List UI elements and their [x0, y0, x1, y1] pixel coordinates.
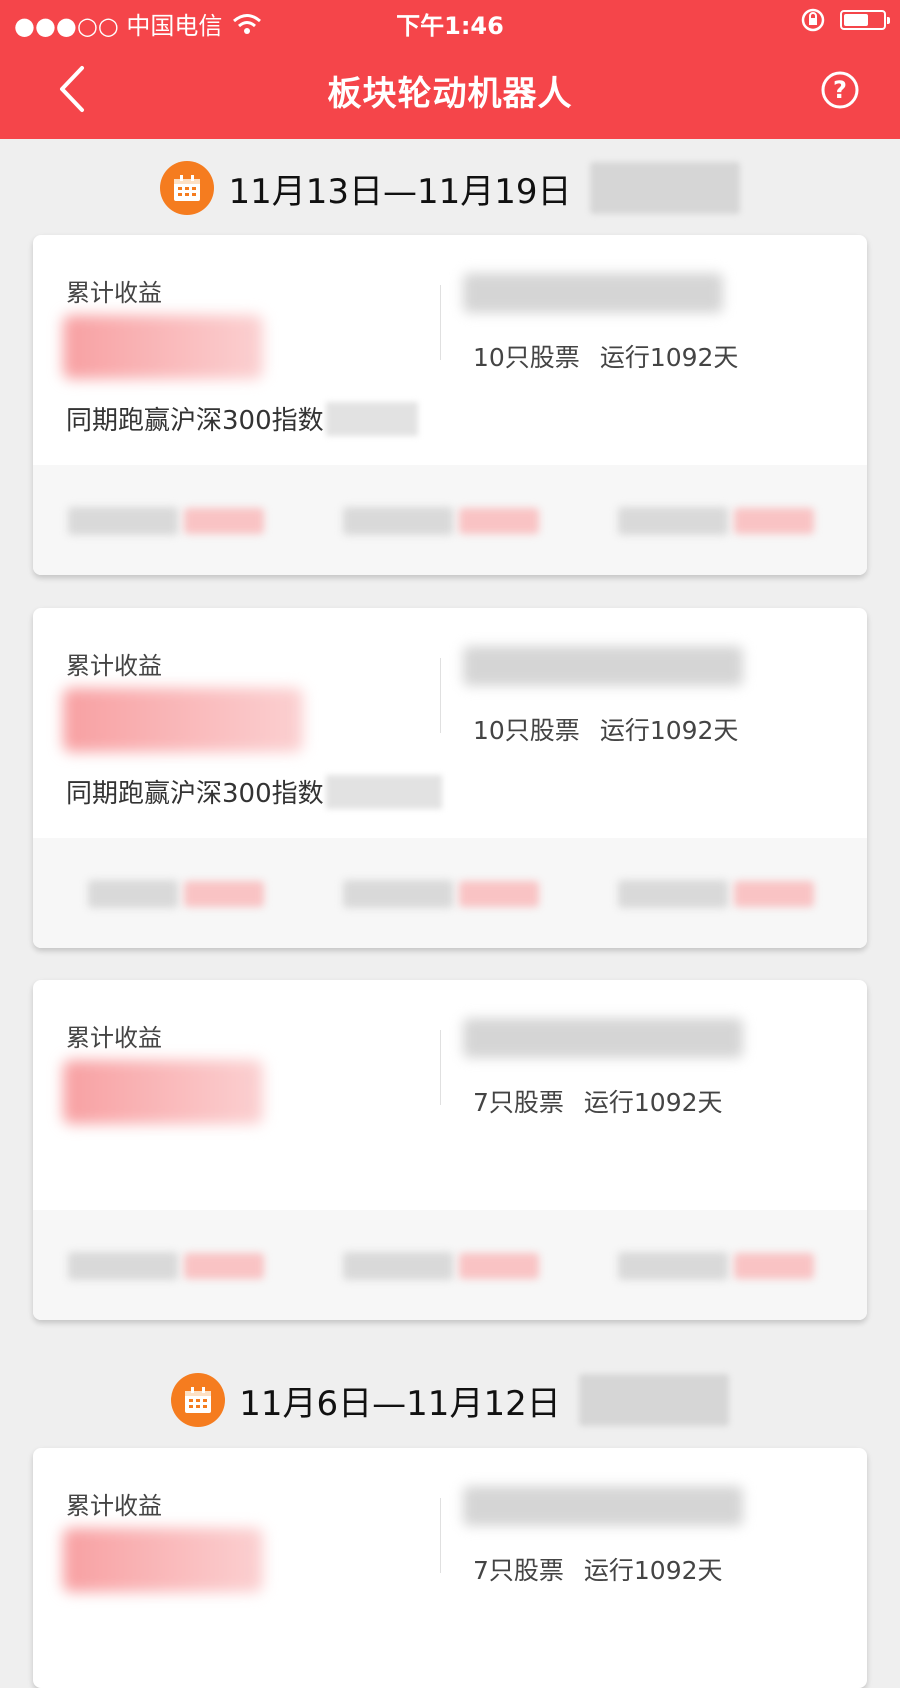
strategy-name-blurred [463, 1018, 743, 1058]
status-right [800, 7, 890, 33]
sector-item [88, 874, 288, 914]
period-range: 11月13日—11月19日 [228, 171, 572, 212]
accum-return-value-blurred [63, 315, 263, 379]
beat-index-value-blurred [325, 774, 442, 809]
question-circle-icon[interactable]: ? [820, 70, 860, 110]
period-tag-blurred [589, 162, 740, 214]
accum-return-value-blurred [63, 688, 303, 752]
accum-return-label: 累计收益 [66, 1024, 162, 1052]
orientation-lock-icon [801, 8, 825, 32]
calendar-icon [171, 1373, 226, 1427]
sector-item [68, 1246, 268, 1286]
stock-count: 10只股票 [473, 343, 580, 372]
card-footer [33, 465, 867, 575]
strategy-card[interactable]: 累计收益 7只股票 运行1092天 [33, 1448, 867, 1688]
status-bar: ●●●○○ 中国电信 下午1:46 [0, 0, 900, 44]
strategy-card[interactable]: 累计收益 7只股票 运行1092天 [33, 980, 867, 1320]
strategy-stats: 7只股票 运行1092天 [473, 1551, 723, 1587]
svg-text:?: ? [833, 76, 847, 104]
strategy-card[interactable]: 累计收益 同期跑赢沪深300指数 10只股票 运行1092天 [33, 235, 867, 575]
strategy-stats: 10只股票 运行1092天 [473, 338, 738, 374]
beat-index-label: 同期跑赢沪深300指数 [66, 406, 324, 436]
period-header: 11月13日—11月19日 [0, 158, 900, 218]
status-time: 下午1:46 [396, 12, 504, 40]
beat-index-label: 同期跑赢沪深300指数 [66, 779, 324, 809]
accum-return-value-blurred [63, 1060, 263, 1124]
beat-index-text: 同期跑赢沪深300指数 [66, 400, 418, 437]
strategy-card[interactable]: 累计收益 同期跑赢沪深300指数 10只股票 运行1092天 [33, 608, 867, 948]
accum-return-label: 累计收益 [66, 279, 162, 307]
run-days: 运行1092天 [599, 716, 739, 745]
run-days: 运行1092天 [599, 343, 739, 372]
sector-item [618, 501, 818, 541]
stock-count: 7只股票 [473, 1088, 564, 1117]
sector-item [68, 501, 268, 541]
period-header: 11月6日—11月12日 [0, 1370, 900, 1430]
divider [440, 1498, 441, 1573]
accum-return-value-blurred [63, 1528, 263, 1592]
divider [440, 1030, 441, 1105]
strategy-stats: 7只股票 运行1092天 [473, 1083, 723, 1119]
page-title: 板块轮动机器人 [327, 74, 573, 114]
run-days: 运行1092天 [583, 1556, 723, 1585]
sector-item [618, 1246, 818, 1286]
strategy-name-blurred [463, 1486, 743, 1526]
period-range: 11月6日—11月12日 [239, 1383, 561, 1424]
sector-item [343, 874, 543, 914]
divider [440, 285, 441, 360]
period-tag-blurred [578, 1374, 729, 1426]
sector-item [343, 501, 543, 541]
run-days: 运行1092天 [583, 1088, 723, 1117]
stock-count: 10只股票 [473, 716, 580, 745]
divider [440, 658, 441, 733]
card-footer [33, 838, 867, 948]
strategy-name-blurred [463, 273, 723, 313]
sector-item [618, 874, 818, 914]
accum-return-label: 累计收益 [66, 1492, 162, 1520]
app-header: ●●●○○ 中国电信 下午1:46 板块轮动机器人 ? [0, 0, 900, 139]
beat-index-value-blurred [325, 401, 418, 436]
stock-count: 7只股票 [473, 1556, 564, 1585]
accum-return-label: 累计收益 [66, 652, 162, 680]
card-footer [33, 1210, 867, 1320]
calendar-icon [160, 161, 215, 215]
strategy-name-blurred [463, 646, 743, 686]
battery-icon [840, 10, 890, 30]
strategy-stats: 10只股票 运行1092天 [473, 711, 738, 747]
sector-item [343, 1246, 543, 1286]
beat-index-text: 同期跑赢沪深300指数 [66, 773, 442, 810]
